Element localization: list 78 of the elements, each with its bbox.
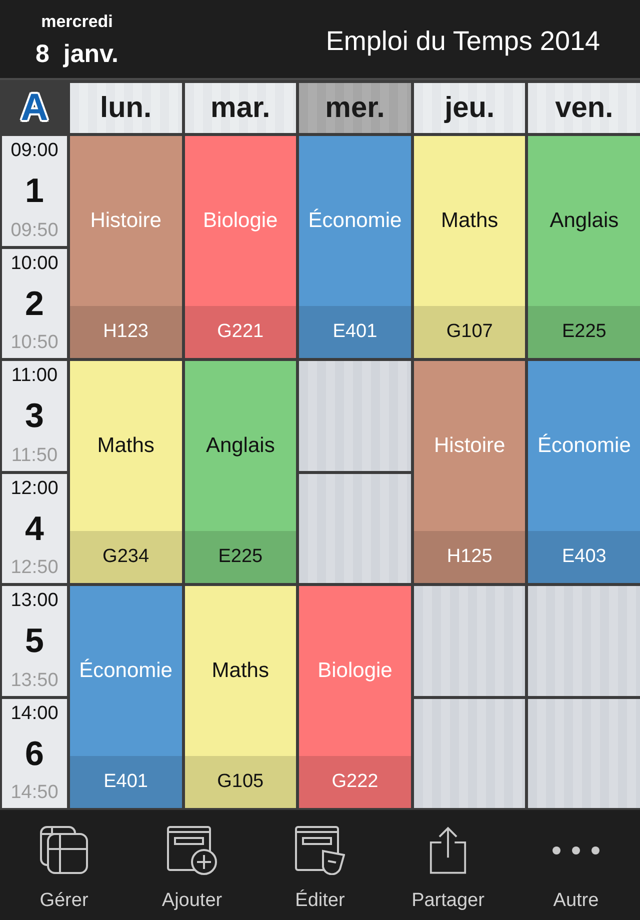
day-header: mar. (184, 83, 296, 133)
room-label: H125 (414, 531, 526, 583)
room-label: G234 (70, 531, 182, 583)
room-label: G221 (184, 306, 296, 358)
room-label: E403 (528, 531, 640, 583)
room-label: E225 (528, 306, 640, 358)
period-number: 2 (25, 286, 44, 321)
share-icon (429, 824, 467, 876)
room-label: E225 (184, 531, 296, 583)
start-time: 10:00 (10, 254, 58, 274)
subject-label: Économie (308, 209, 402, 233)
room-label: G105 (184, 756, 296, 808)
subject-label: Maths (212, 659, 269, 683)
month-label: janv. (63, 40, 119, 68)
empty-slot[interactable] (528, 586, 640, 696)
weekday-label: mercredi (41, 12, 113, 32)
subject-label: Maths (97, 434, 154, 458)
day-header: ven. (528, 83, 640, 133)
day-number: 8 (35, 40, 50, 68)
stacked-grid-icon (40, 826, 88, 874)
room-label: H123 (70, 306, 182, 358)
box-eraser-icon (295, 825, 345, 875)
lesson-card[interactable]: Maths G234 (70, 361, 182, 583)
period-number: 3 (25, 399, 44, 434)
lesson-card[interactable]: Économie E403 (528, 361, 640, 583)
more-icon (552, 846, 600, 854)
toolbar-button[interactable]: Ajouter (162, 810, 222, 920)
end-time: 14:50 (10, 783, 58, 804)
end-time: 12:50 (10, 558, 58, 579)
subject-label: Anglais (206, 434, 275, 458)
start-time: 12:00 (10, 478, 58, 500)
lesson-card[interactable]: Anglais E225 (528, 136, 640, 358)
lesson-card[interactable]: Maths G105 (184, 586, 296, 808)
period-number: 4 (25, 512, 44, 546)
start-time: 13:00 (10, 591, 58, 612)
period-number: 1 (25, 174, 44, 208)
toolbar-button[interactable]: Gérer (40, 810, 88, 920)
day-header: lun. (70, 83, 182, 133)
box-plus-icon (166, 825, 217, 875)
lesson-card[interactable]: Maths G107 (414, 136, 526, 358)
room-label: E401 (70, 756, 182, 808)
end-time: 11:50 (11, 446, 58, 466)
logo: A (20, 87, 50, 129)
lesson-card[interactable]: Économie E401 (299, 136, 411, 358)
empty-slot[interactable] (299, 361, 411, 470)
subject-label: Maths (441, 209, 498, 233)
start-time: 11:00 (11, 366, 58, 387)
subject-label: Biologie (203, 209, 278, 233)
subject-label: Économie (79, 659, 172, 683)
period-number: 6 (25, 736, 44, 771)
empty-slot[interactable] (528, 698, 640, 808)
empty-slot[interactable] (414, 586, 526, 696)
lesson-card[interactable]: Économie E401 (70, 586, 182, 808)
end-time: 10:50 (10, 333, 58, 354)
end-time: 13:50 (10, 670, 58, 692)
start-time: 14:00 (10, 704, 58, 724)
subject-label: Biologie (318, 659, 392, 683)
start-time: 09:00 (10, 141, 58, 162)
toolbar-button[interactable]: Partager (412, 810, 484, 920)
lesson-card[interactable]: Histoire H125 (414, 361, 526, 583)
subject-label: Anglais (550, 209, 619, 233)
room-label: E401 (299, 306, 411, 358)
subject-label: Histoire (90, 209, 162, 233)
room-label: G107 (414, 306, 526, 358)
day-header: jeu. (414, 83, 526, 133)
end-time: 09:50 (10, 220, 58, 242)
lesson-card[interactable]: Anglais E225 (184, 361, 296, 583)
subject-label: Économie (537, 434, 631, 458)
day-header: mer. (299, 83, 411, 133)
lesson-card[interactable]: Histoire H123 (70, 136, 182, 358)
empty-slot[interactable] (414, 698, 526, 808)
window-title: Emploi du Temps 2014 (326, 26, 600, 56)
toolbar-button[interactable]: Éditer (295, 810, 345, 920)
subject-label: Histoire (434, 434, 506, 458)
empty-slot[interactable] (299, 474, 411, 583)
room-label: G222 (299, 756, 411, 808)
toolbar-button[interactable]: Autre (552, 810, 600, 920)
period-number: 5 (25, 624, 44, 658)
